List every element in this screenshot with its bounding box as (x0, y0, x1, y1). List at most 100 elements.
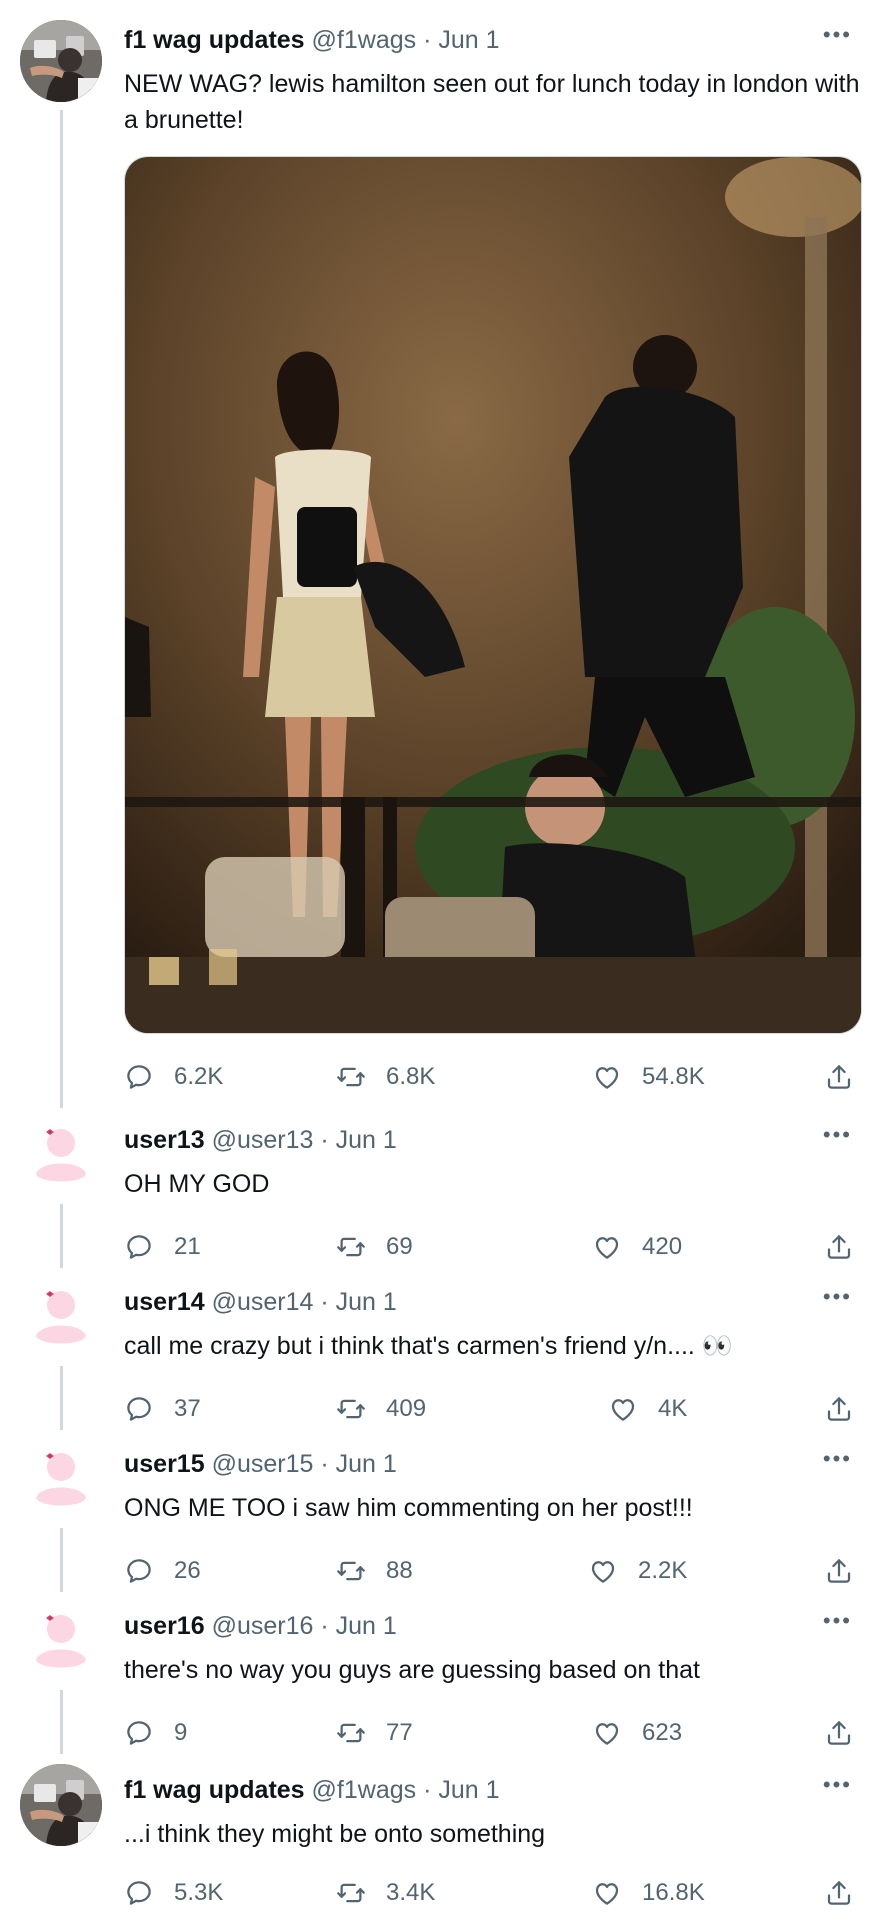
timestamp[interactable]: Jun 1 (336, 1288, 397, 1316)
reply-icon (124, 1062, 154, 1092)
display-name[interactable]: user15 (124, 1450, 205, 1478)
more-icon[interactable]: ••• (823, 1124, 852, 1146)
tweet-text: call me crazy but i think that's carmen'… (124, 1332, 733, 1360)
reply-button[interactable]: 37 (124, 1392, 201, 1426)
action-bar: 9 77 623 (124, 1716, 860, 1750)
share-icon (824, 1232, 854, 1262)
reply-count: 21 (174, 1233, 201, 1260)
retweet-count: 409 (386, 1395, 427, 1422)
like-count: 2.2K (638, 1557, 688, 1584)
retweet-count: 88 (386, 1557, 413, 1584)
more-icon[interactable]: ••• (823, 1286, 852, 1308)
share-button[interactable] (824, 1060, 854, 1094)
heart-icon (592, 1878, 622, 1908)
timestamp[interactable]: Jun 1 (336, 1612, 397, 1640)
tweet-text: OH MY GOD (124, 1170, 270, 1198)
display-name[interactable]: f1 wag updates (124, 26, 305, 54)
like-button[interactable]: 2.2K (588, 1554, 687, 1588)
tweet-text: there's no way you guys are guessing bas… (124, 1656, 700, 1684)
handle[interactable]: @user15 (212, 1450, 314, 1478)
more-icon[interactable]: ••• (823, 1774, 852, 1796)
display-name[interactable]: user13 (124, 1126, 205, 1154)
reply-button[interactable]: 26 (124, 1554, 201, 1588)
avatar[interactable] (20, 1764, 102, 1846)
more-icon[interactable]: ••• (823, 24, 852, 46)
retweet-button[interactable]: 6.8K (336, 1060, 435, 1094)
avatar[interactable] (20, 20, 102, 102)
reply-icon (124, 1394, 154, 1424)
retweet-icon (336, 1718, 366, 1748)
tweet-header: f1 wag updates @f1wags · Jun 1 ••• (124, 24, 860, 56)
retweet-button[interactable]: 3.4K (336, 1876, 435, 1910)
retweet-button[interactable]: 409 (336, 1392, 426, 1426)
avatar[interactable] (20, 1600, 102, 1682)
share-button[interactable] (824, 1230, 854, 1264)
separator: · (320, 1126, 329, 1154)
heart-icon (592, 1718, 622, 1748)
thread-line (60, 1366, 63, 1430)
separator: · (320, 1288, 329, 1316)
like-count: 54.8K (642, 1063, 705, 1090)
like-button[interactable]: 623 (592, 1716, 682, 1750)
like-button[interactable]: 420 (592, 1230, 682, 1264)
like-button[interactable]: 54.8K (592, 1060, 705, 1094)
tweet-image[interactable] (124, 156, 862, 1034)
like-button[interactable]: 16.8K (592, 1876, 705, 1910)
reply-button[interactable]: 21 (124, 1230, 201, 1264)
avatar[interactable] (20, 1114, 102, 1196)
handle[interactable]: @user14 (212, 1288, 314, 1316)
thread-line (60, 1690, 63, 1754)
like-count: 623 (642, 1719, 683, 1746)
tweet-header: user15 @user15 · Jun 1 ••• (124, 1448, 860, 1480)
handle[interactable]: @f1wags (312, 1776, 417, 1804)
action-bar: 5.3K 3.4K 16.8K (124, 1876, 860, 1910)
timestamp[interactable]: Jun 1 (336, 1126, 397, 1154)
share-button[interactable] (824, 1554, 854, 1588)
reply-button[interactable]: 9 (124, 1716, 187, 1750)
display-name[interactable]: user16 (124, 1612, 205, 1640)
like-count: 420 (642, 1233, 683, 1260)
avatar[interactable] (20, 1438, 102, 1520)
handle[interactable]: @user16 (212, 1612, 314, 1640)
timestamp[interactable]: Jun 1 (438, 26, 499, 54)
tweet-header: user16 @user16 · Jun 1 ••• (124, 1610, 860, 1642)
share-button[interactable] (824, 1716, 854, 1750)
tweet-text: ...i think they might be onto something (124, 1820, 546, 1848)
retweet-button[interactable]: 77 (336, 1716, 413, 1750)
reply-button[interactable]: 5.3K (124, 1876, 223, 1910)
share-button[interactable] (824, 1876, 854, 1910)
photo-night-scene (125, 157, 861, 1033)
reply-count: 6.2K (174, 1063, 224, 1090)
display-name[interactable]: f1 wag updates (124, 1776, 305, 1804)
tweet-header: f1 wag updates @f1wags · Jun 1 ••• (124, 1774, 860, 1806)
action-bar: 6.2K 6.8K 54.8K (124, 1060, 860, 1094)
action-bar: 21 69 420 (124, 1230, 860, 1264)
heart-icon (588, 1556, 618, 1586)
separator: · (423, 26, 432, 54)
display-name[interactable]: user14 (124, 1288, 205, 1316)
reply-button[interactable]: 6.2K (124, 1060, 223, 1094)
share-button[interactable] (824, 1392, 854, 1426)
retweet-button[interactable]: 88 (336, 1554, 413, 1588)
heart-icon (592, 1062, 622, 1092)
like-button[interactable]: 4K (608, 1392, 687, 1426)
heart-icon (592, 1232, 622, 1262)
timestamp[interactable]: Jun 1 (438, 1776, 499, 1804)
thread-line (60, 110, 63, 1108)
more-icon[interactable]: ••• (823, 1448, 852, 1470)
retweet-count: 3.4K (386, 1879, 436, 1906)
separator: · (423, 1776, 432, 1804)
retweet-button[interactable]: 69 (336, 1230, 413, 1264)
tweet-header: user13 @user13 · Jun 1 ••• (124, 1124, 860, 1156)
reply-count: 37 (174, 1395, 201, 1422)
share-icon (824, 1556, 854, 1586)
retweet-icon (336, 1394, 366, 1424)
avatar[interactable] (20, 1276, 102, 1358)
handle[interactable]: @f1wags (312, 26, 417, 54)
tweet-header: user14 @user14 · Jun 1 ••• (124, 1286, 860, 1318)
handle[interactable]: @user13 (212, 1126, 314, 1154)
share-icon (824, 1718, 854, 1748)
more-icon[interactable]: ••• (823, 1610, 852, 1632)
timestamp[interactable]: Jun 1 (336, 1450, 397, 1478)
action-bar: 26 88 2.2K (124, 1554, 860, 1588)
